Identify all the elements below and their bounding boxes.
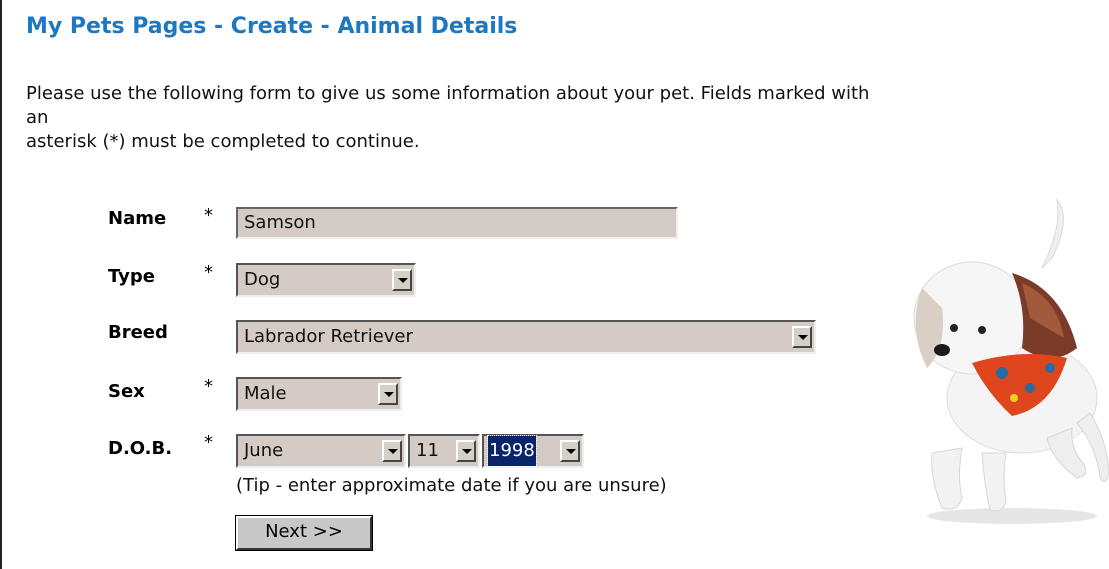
type-select[interactable]: Dog (236, 263, 416, 297)
chevron-down-icon[interactable] (382, 440, 402, 462)
chevron-down-icon[interactable] (392, 269, 412, 291)
name-label: Name (108, 208, 167, 229)
dob-day-select[interactable]: 11 (408, 434, 480, 468)
intro-line-1: Please use the following form to give us… (26, 83, 870, 104)
dob-month-value: June (244, 440, 284, 461)
chevron-down-icon[interactable] (792, 326, 812, 348)
dob-required-marker: * (204, 432, 213, 453)
next-button[interactable]: Next >> (235, 515, 373, 551)
sex-required-marker: * (204, 376, 213, 397)
type-required-marker: * (204, 262, 213, 283)
dog-image (913, 198, 1109, 524)
dob-day-value: 11 (416, 440, 439, 461)
dob-month-select[interactable]: June (236, 434, 406, 468)
sex-label: Sex (108, 381, 145, 402)
intro-text: Please use the following form to give us… (26, 82, 1086, 154)
chevron-down-icon[interactable] (456, 440, 476, 462)
breed-select-value: Labrador Retriever (244, 326, 413, 347)
chevron-down-icon[interactable] (378, 383, 398, 405)
intro-line-2: an (26, 107, 49, 128)
dob-year-select[interactable]: 1998 (482, 434, 584, 468)
dob-label: D.O.B. (108, 438, 173, 459)
chevron-down-icon[interactable] (560, 440, 580, 462)
name-input[interactable]: Samson (236, 207, 678, 239)
type-label: Type (108, 266, 155, 287)
name-input-value: Samson (244, 212, 316, 233)
dob-tip: (Tip - enter approximate date if you are… (236, 475, 667, 496)
sex-select-value: Male (244, 383, 287, 404)
page-frame: My Pets Pages - Create - Animal Details … (0, 0, 1109, 569)
breed-select[interactable]: Labrador Retriever (236, 320, 816, 354)
type-select-value: Dog (244, 269, 281, 290)
sex-select[interactable]: Male (236, 377, 402, 411)
dob-year-value: 1998 (487, 435, 537, 467)
intro-line-3: asterisk (*) must be completed to contin… (26, 131, 420, 152)
page-title: My Pets Pages - Create - Animal Details (26, 14, 518, 39)
name-required-marker: * (204, 205, 213, 226)
breed-label: Breed (108, 322, 168, 343)
